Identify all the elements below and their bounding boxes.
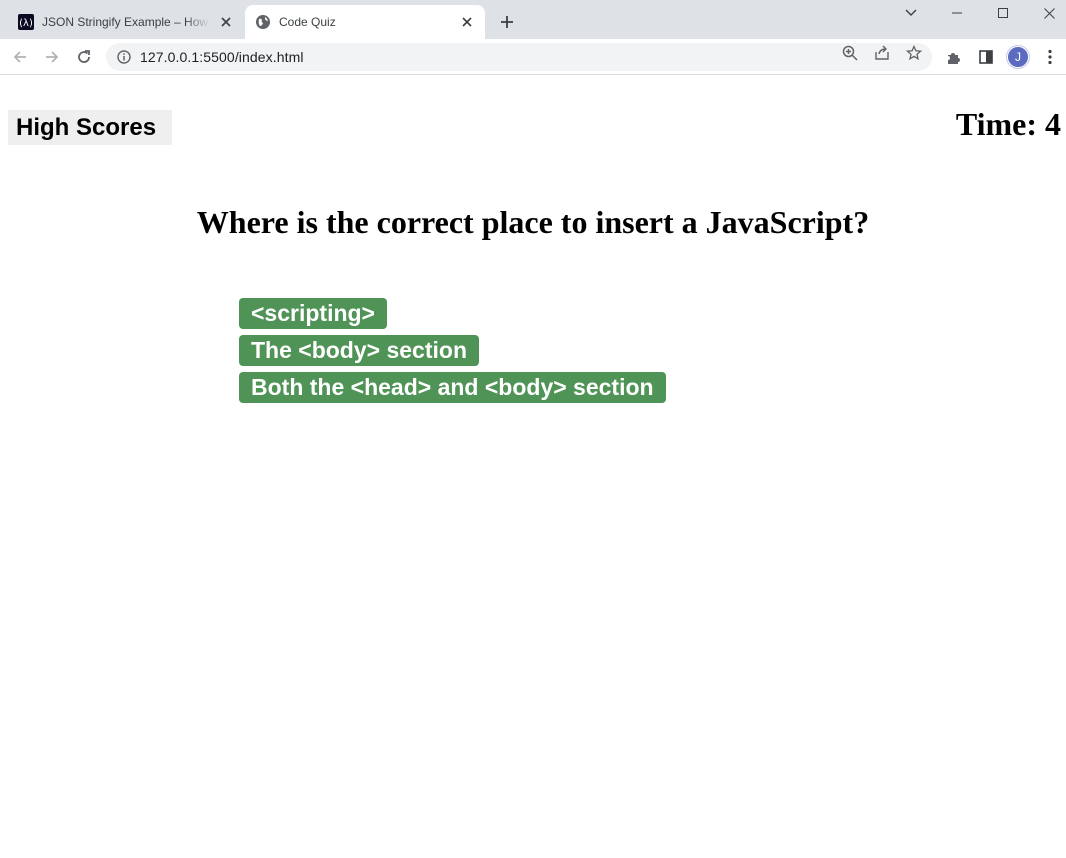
minimize-button[interactable] <box>934 0 980 26</box>
zoom-icon[interactable] <box>842 45 858 61</box>
share-icon[interactable] <box>874 45 890 61</box>
tab-title: Code Quiz <box>279 15 336 29</box>
forward-button[interactable] <box>38 43 66 71</box>
chevron-down-icon <box>905 9 917 16</box>
browser-toolbar: 127.0.0.1:5500/index.html J <box>0 39 1066 75</box>
page-viewport: High Scores Time: 4 Where is the correct… <box>0 76 1066 858</box>
back-button[interactable] <box>6 43 34 71</box>
address-bar[interactable]: 127.0.0.1:5500/index.html <box>106 43 932 71</box>
reload-icon <box>78 50 90 63</box>
globe-icon <box>255 14 271 30</box>
tab-title: JSON Stringify Example – How to <box>42 15 210 29</box>
answer-choices: <scripting> The <body> section Both the … <box>239 298 666 409</box>
answer-choice-2[interactable]: The <body> section <box>239 335 479 366</box>
answer-choice-1[interactable]: <scripting> <box>239 298 387 329</box>
tab-json-stringify[interactable]: (λ) JSON Stringify Example – How to <box>8 5 244 39</box>
side-panel-icon[interactable] <box>976 47 996 67</box>
close-tab-icon[interactable] <box>216 12 236 32</box>
reload-button[interactable] <box>70 43 98 71</box>
timer-display: Time: 4 <box>955 106 1061 142</box>
tab-strip: (λ) JSON Stringify Example – How to Code… <box>0 0 1066 39</box>
tab-search-button[interactable] <box>888 0 934 26</box>
bookmark-star-icon[interactable] <box>906 45 922 61</box>
arrow-left-icon <box>13 51 26 63</box>
info-icon[interactable] <box>116 49 132 65</box>
profile-avatar[interactable]: J <box>1007 46 1029 68</box>
more-menu-icon[interactable] <box>1040 47 1060 67</box>
answer-choice-3[interactable]: Both the <head> and <body> section <box>239 372 666 403</box>
close-tab-icon[interactable] <box>457 12 477 32</box>
svg-text:(λ): (λ) <box>19 18 33 29</box>
close-window-button[interactable] <box>1026 0 1066 26</box>
freecodecamp-icon: (λ) <box>18 14 34 30</box>
question-title: Where is the correct place to insert a J… <box>196 204 870 240</box>
url-text: 127.0.0.1:5500/index.html <box>140 49 304 65</box>
close-icon <box>1043 7 1055 19</box>
minimize-icon <box>952 12 962 14</box>
new-tab-button[interactable] <box>496 11 518 33</box>
arrow-right-icon <box>46 51 59 63</box>
maximize-icon <box>998 8 1008 18</box>
extensions-puzzle-icon[interactable] <box>944 47 964 67</box>
plus-icon <box>501 16 513 28</box>
high-scores-button[interactable]: High Scores <box>8 110 172 145</box>
tab-code-quiz[interactable]: Code Quiz <box>245 5 485 39</box>
maximize-button[interactable] <box>980 0 1026 26</box>
